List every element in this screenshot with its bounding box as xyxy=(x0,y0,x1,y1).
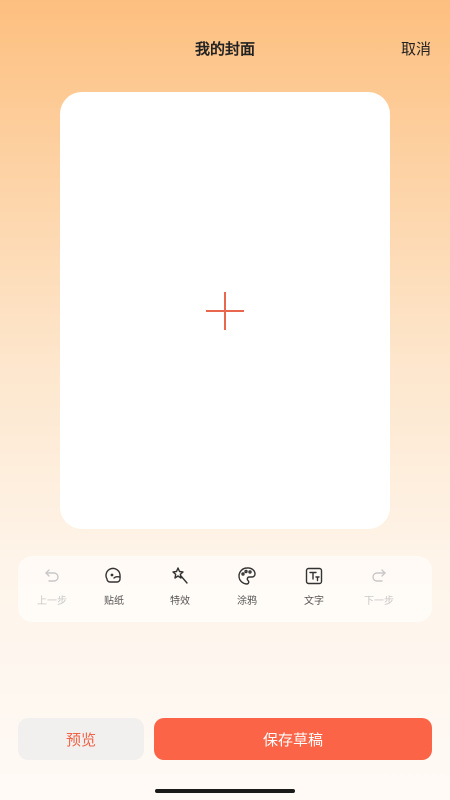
undo-label: 上一步 xyxy=(37,596,67,607)
palette-icon xyxy=(238,567,256,585)
redo-label: 下一步 xyxy=(364,596,394,607)
page-title: 我的封面 xyxy=(194,40,255,58)
sticker-label: 贴纸 xyxy=(104,596,124,607)
preview-button[interactable]: 预览 xyxy=(18,718,144,760)
plus-icon[interactable] xyxy=(204,290,246,332)
undo-icon xyxy=(45,569,59,582)
effects-label: 特效 xyxy=(170,596,190,607)
doodle-label: 涂鸦 xyxy=(237,596,257,607)
text-label: 文字 xyxy=(304,596,324,607)
effects-button[interactable]: 特效 xyxy=(152,566,208,614)
redo-icon xyxy=(372,569,386,582)
header: 我的封面 取消 xyxy=(0,0,450,96)
magic-wand-icon xyxy=(172,567,188,584)
edit-toolbar: 上一步 贴纸 特效 涂鸦 文字 下一步 xyxy=(18,556,432,622)
undo-button[interactable]: 上一步 xyxy=(24,566,80,614)
sticker-icon xyxy=(105,567,121,583)
sticker-button[interactable]: 贴纸 xyxy=(86,566,142,614)
doodle-button[interactable]: 涂鸦 xyxy=(219,566,275,614)
redo-button[interactable]: 下一步 xyxy=(351,566,407,614)
cancel-button[interactable]: 取消 xyxy=(401,38,431,59)
text-button[interactable]: 文字 xyxy=(286,566,342,614)
home-indicator[interactable] xyxy=(155,789,295,793)
text-icon xyxy=(305,567,323,585)
cover-canvas[interactable] xyxy=(60,92,390,529)
save-draft-button[interactable]: 保存草稿 xyxy=(154,718,432,760)
